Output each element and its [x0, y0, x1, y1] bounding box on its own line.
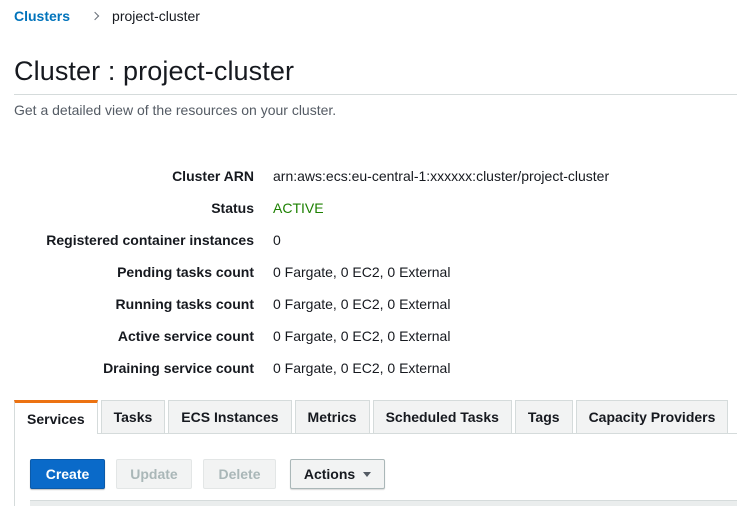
breadcrumb-current: project-cluster — [112, 8, 200, 24]
detail-label: Pending tasks count — [117, 264, 254, 280]
tab-ecs-instances[interactable]: ECS Instances — [168, 400, 292, 433]
detail-row-status: Status ACTIVE — [0, 200, 737, 220]
tab-scheduled-tasks[interactable]: Scheduled Tasks — [372, 400, 512, 433]
breadcrumb-clusters-link[interactable]: Clusters — [14, 8, 70, 24]
detail-row-running-tasks: Running tasks count 0 Fargate, 0 EC2, 0 … — [0, 296, 737, 316]
actions-label: Actions — [303, 466, 356, 482]
detail-label: Active service count — [117, 328, 254, 344]
create-button[interactable]: Create — [30, 459, 105, 489]
delete-button: Delete — [203, 459, 276, 489]
breadcrumb: Clusters project-cluster — [14, 7, 200, 25]
draining-services-value: 0 Fargate, 0 EC2, 0 External — [273, 360, 451, 376]
title-divider — [14, 94, 737, 95]
detail-label: Registered container instances — [46, 232, 254, 248]
chevron-right-icon — [90, 11, 100, 21]
registered-instances-value: 0 — [273, 232, 281, 248]
tab-tasks[interactable]: Tasks — [100, 400, 166, 433]
status-value: ACTIVE — [273, 200, 324, 216]
services-table-header — [30, 500, 737, 506]
detail-row-active-services: Active service count 0 Fargate, 0 EC2, 0… — [0, 328, 737, 348]
running-tasks-value: 0 Fargate, 0 EC2, 0 External — [273, 296, 451, 312]
cluster-tabs: Services Tasks ECS Instances Metrics Sch… — [14, 400, 731, 434]
detail-row-registered-instances: Registered container instances 0 — [0, 232, 737, 252]
page-title: Cluster : project-cluster — [14, 56, 295, 86]
detail-label: Draining service count — [103, 360, 254, 376]
tab-capacity-providers[interactable]: Capacity Providers — [575, 400, 729, 433]
pending-tasks-value: 0 Fargate, 0 EC2, 0 External — [273, 264, 451, 280]
detail-row-draining-services: Draining service count 0 Fargate, 0 EC2,… — [0, 360, 737, 380]
detail-row-pending-tasks: Pending tasks count 0 Fargate, 0 EC2, 0 … — [0, 264, 737, 284]
page-subtitle: Get a detailed view of the resources on … — [14, 102, 337, 118]
detail-label: Cluster ARN — [172, 168, 254, 184]
actions-dropdown-button[interactable]: Actions — [290, 459, 385, 489]
detail-label: Running tasks count — [115, 296, 254, 312]
update-button: Update — [116, 459, 192, 489]
detail-label: Status — [211, 200, 254, 216]
detail-row-cluster-arn: Cluster ARN arn:aws:ecs:eu-central-1:xxx… — [0, 168, 737, 188]
tab-tags[interactable]: Tags — [514, 400, 573, 433]
tab-services[interactable]: Services — [14, 400, 98, 434]
cluster-arn-value: arn:aws:ecs:eu-central-1:xxxxxx:cluster/… — [273, 168, 610, 184]
active-services-value: 0 Fargate, 0 EC2, 0 External — [273, 328, 451, 344]
tab-metrics[interactable]: Metrics — [294, 400, 370, 433]
caret-down-icon — [363, 472, 372, 477]
